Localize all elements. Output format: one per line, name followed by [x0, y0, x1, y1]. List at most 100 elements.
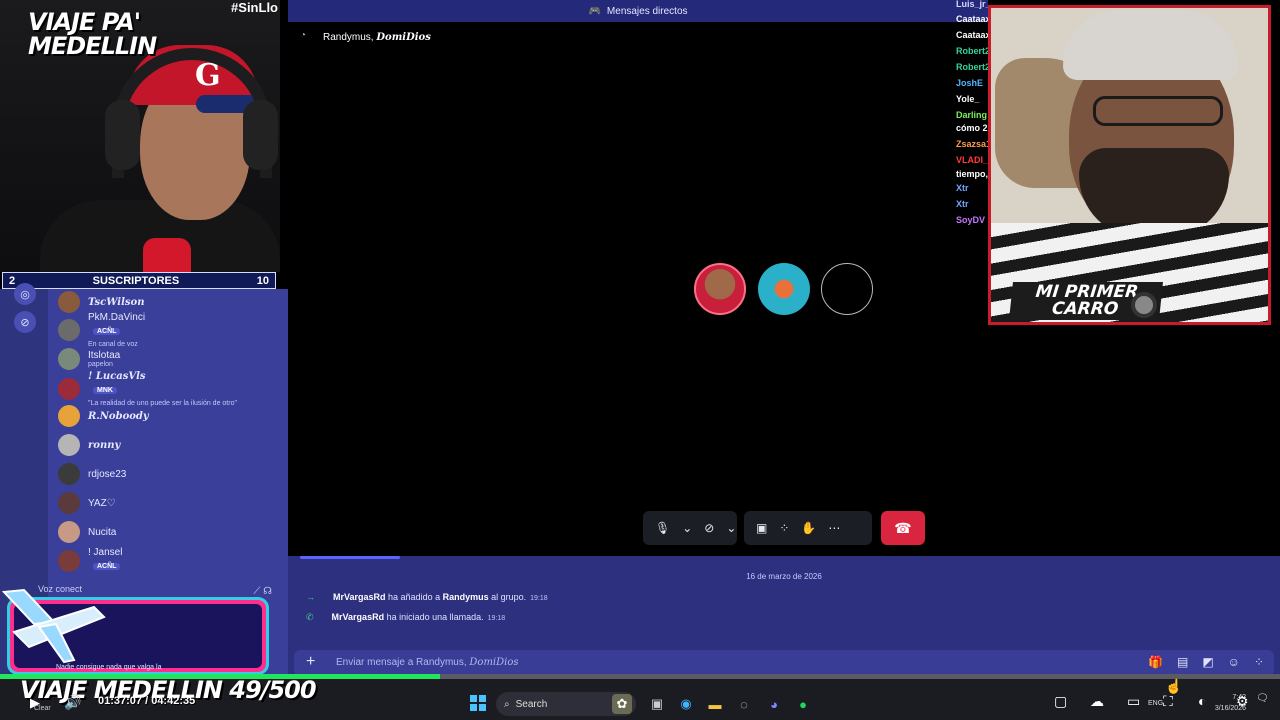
member-text: PkM.DaVinci ACÑL En canal de voz	[88, 312, 145, 348]
gif-icon[interactable]: ▤	[1177, 655, 1188, 669]
microphone-icon[interactable]: 🎙	[655, 521, 670, 535]
gear-icon[interactable]: ⚙	[1236, 693, 1249, 710]
message-target[interactable]: Randymus	[443, 592, 489, 602]
window-icon[interactable]: ▭	[1127, 693, 1140, 710]
sub-count-right: 10	[256, 274, 269, 287]
call-action-controls: ▣ ⁘ ✋ ⋯	[744, 511, 872, 545]
avatar[interactable]	[58, 405, 80, 427]
member-text: Itslotaa papelon	[88, 350, 120, 368]
soundboard-icon[interactable]: ✋	[801, 521, 816, 535]
chevron-down-icon[interactable]: ⌄	[726, 521, 736, 535]
placeholder-prefix: Enviar mensaje a Randymus,	[336, 657, 470, 668]
avatar[interactable]	[58, 521, 80, 543]
input-language[interactable]: ENG	[1148, 700, 1163, 707]
member-row[interactable]: Nucita	[58, 519, 116, 545]
member-name: rdjose23	[88, 468, 127, 480]
screen-share-icon[interactable]: ▣	[756, 521, 767, 535]
member-name: ! LucasVls	[88, 371, 146, 382]
mic-camera-controls: 🎙 ⌄ ⊘ ⌄	[643, 511, 737, 545]
member-text: R.Noboody	[88, 411, 149, 422]
avatar[interactable]	[58, 463, 80, 485]
notification-icon[interactable]: 🗨	[1256, 693, 1269, 704]
message-user[interactable]: MrVargasRd	[332, 612, 385, 622]
member-text: YAZ♡	[88, 498, 116, 509]
member-name: R.Noboody	[88, 410, 149, 422]
guest-cap	[1063, 10, 1238, 80]
chat-username: Robert2	[956, 62, 991, 72]
file-explorer-icon[interactable]: ▬	[705, 694, 725, 714]
avatar[interactable]	[58, 378, 80, 400]
avatar[interactable]	[58, 434, 80, 456]
chat-username: Xtr	[956, 199, 969, 209]
group-icon: ◔	[300, 30, 307, 41]
speed-icon[interactable]: ◐	[1198, 693, 1206, 709]
airplane-icon	[1, 588, 106, 664]
member-row[interactable]: YAZ♡	[58, 490, 116, 516]
voice-controls[interactable]: ⟋ ☊	[253, 586, 272, 597]
system-message: ✆ MrVargasRd ha iniciado una llamada. 19:1…	[306, 612, 505, 623]
member-row[interactable]: ! Jansel ACÑL	[58, 547, 122, 574]
call-title-styled: DomiDios	[376, 32, 431, 43]
avatar[interactable]	[58, 319, 80, 341]
member-row[interactable]: ! LucasVls MNK "La realidad de uno puede s…	[58, 371, 237, 407]
plus-icon[interactable]: +	[306, 653, 315, 671]
task-view-icon[interactable]: ▣	[647, 694, 667, 714]
call-participant-avatar[interactable]	[758, 263, 810, 315]
message-user[interactable]: MrVargasRd	[333, 592, 386, 602]
member-status: papelon	[88, 361, 113, 368]
member-row[interactable]: ronny	[58, 432, 120, 458]
banner-quote: Nadie consigue nada que valga la	[56, 664, 162, 671]
square-icon[interactable]: ▢	[1054, 693, 1067, 710]
member-name: YAZ♡	[88, 497, 116, 509]
sticker-icon[interactable]: ◩	[1202, 655, 1213, 669]
activities-icon[interactable]: ⁘	[779, 521, 789, 535]
apps-icon[interactable]: ⁘	[1254, 655, 1264, 669]
mouse-cursor-icon: ☝	[1165, 678, 1183, 694]
member-row[interactable]: R.Noboody	[58, 403, 149, 429]
edge-icon[interactable]: ◉	[676, 694, 696, 714]
chevron-down-icon[interactable]: ⌄	[682, 521, 692, 535]
fullscreen-icon[interactable]: ⛶	[1163, 693, 1173, 710]
member-name: TscWilson	[88, 296, 145, 308]
guest-facecam: MI PRIMER CARRO	[988, 5, 1271, 325]
discover-icon[interactable]: ⊘	[14, 311, 36, 333]
message-input-placeholder[interactable]: Enviar mensaje a Randymus, DomiDios	[336, 657, 519, 668]
avatar[interactable]	[58, 291, 80, 313]
call-participant-avatar[interactable]	[694, 263, 746, 315]
trip-banner-text: VIAJE PA' MEDELLIN	[28, 8, 157, 60]
input-toolbar: 🎁 ▤ ◩ ☺ ⁘	[1148, 655, 1264, 669]
discord-taskbar-icon[interactable]: ◕	[764, 694, 784, 714]
member-text: Nucita	[88, 527, 116, 538]
member-tag: MNK	[93, 387, 117, 395]
gift-icon[interactable]: 🎁	[1148, 655, 1163, 669]
dm-chat-area: 16 de marzo de 2026 → MrVargasRd ha añadi…	[288, 556, 1280, 676]
call-participant-avatar-empty[interactable]	[821, 263, 873, 315]
camera-off-icon[interactable]: ⊘	[704, 521, 714, 535]
spotify-icon[interactable]: ●	[793, 694, 813, 714]
compass-icon[interactable]: ◎	[14, 283, 36, 305]
headset-ear-left	[105, 100, 140, 170]
stream-screen: G #SinLlo 2 SUSCRIPTORES 10 ◎ ⊘ TscWilso…	[0, 0, 1280, 720]
volume-icon[interactable]: 🔊	[64, 694, 81, 711]
guest-glasses	[1093, 96, 1223, 126]
member-row[interactable]: Itslotaa papelon	[58, 346, 120, 372]
message-text: ha añadido a	[385, 592, 443, 602]
windows-start-icon[interactable]	[470, 695, 486, 711]
call-title: Randymus, DomiDios	[323, 32, 431, 43]
hang-up-button[interactable]: ☎	[881, 511, 925, 545]
member-row[interactable]: PkM.DaVinci ACÑL En canal de voz	[58, 312, 145, 348]
wheel-icon	[1131, 292, 1157, 318]
message-input[interactable]: + Enviar mensaje a Randymus, DomiDios 🎁 …	[294, 650, 1274, 676]
more-icon[interactable]: ⋯	[828, 521, 840, 535]
member-row[interactable]: rdjose23	[58, 461, 126, 487]
obs-icon[interactable]: ◌	[734, 694, 754, 714]
emoji-icon[interactable]: ☺	[1228, 655, 1240, 669]
avatar[interactable]	[58, 492, 80, 514]
avatar[interactable]	[58, 550, 80, 572]
arrow-right-icon: →	[306, 592, 315, 602]
voice-call-area: ◔ Randymus, DomiDios 🎙 ⌄ ⊘ ⌄ ▣ ⁘ ✋ ⋯ ☎	[288, 22, 990, 556]
member-tag: ACÑL	[93, 562, 121, 570]
avatar[interactable]	[58, 348, 80, 370]
cloud-icon[interactable]: ☁	[1090, 693, 1104, 710]
chat-username: SoyDV :	[956, 215, 991, 225]
